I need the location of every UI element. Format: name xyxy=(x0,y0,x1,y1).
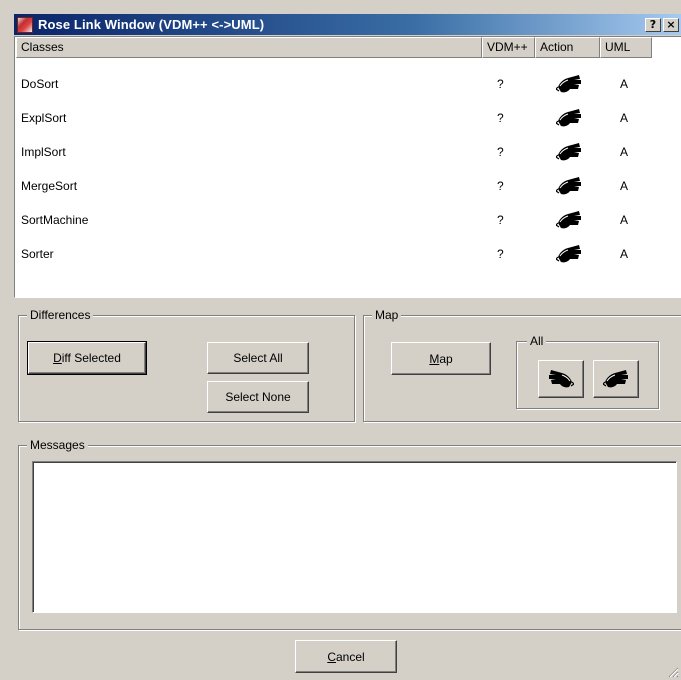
hand-pointing-right-icon xyxy=(548,369,574,389)
map-label: Map xyxy=(372,308,402,322)
messages-textarea[interactable] xyxy=(32,461,677,613)
classes-list[interactable]: Classes VDM++ Action UML DoSort ? A Expl… xyxy=(14,36,681,298)
uml-status: A xyxy=(620,111,629,125)
header-action[interactable]: Action xyxy=(535,37,600,58)
window-title: Rose Link Window (VDM++ <->UML) xyxy=(38,17,265,32)
title-bar[interactable]: Rose Link Window (VDM++ <->UML) ? × xyxy=(14,14,681,35)
class-name: SortMachine xyxy=(21,213,89,227)
vdm-status: ? xyxy=(497,179,504,193)
class-name: Sorter xyxy=(21,247,54,261)
select-none-button[interactable]: Select None xyxy=(207,381,309,413)
vdm-status: ? xyxy=(497,77,504,91)
header-uml[interactable]: UML xyxy=(600,37,652,58)
header-classes[interactable]: Classes xyxy=(16,37,482,58)
uml-status: A xyxy=(620,145,629,159)
table-row[interactable]: ExplSort ? A xyxy=(16,108,681,128)
cancel-button[interactable]: Cancel xyxy=(295,640,397,673)
uml-status: A xyxy=(620,247,629,261)
table-row[interactable]: SortMachine ? A xyxy=(16,210,681,230)
differences-label: Differences xyxy=(27,308,94,322)
messages-label: Messages xyxy=(27,438,88,452)
uml-status: A xyxy=(620,179,629,193)
vdm-status: ? xyxy=(497,213,504,227)
table-row[interactable]: Sorter ? A xyxy=(16,244,681,264)
rose-app-icon xyxy=(17,16,33,33)
map-all-left-button[interactable] xyxy=(593,360,639,398)
uml-status: A xyxy=(620,213,629,227)
table-row[interactable]: MergeSort ? A xyxy=(16,176,681,196)
select-all-button[interactable]: Select All xyxy=(207,342,309,374)
vdm-status: ? xyxy=(497,111,504,125)
vdm-status: ? xyxy=(497,247,504,261)
list-header: Classes VDM++ Action UML xyxy=(16,37,681,58)
map-button[interactable]: Map xyxy=(391,342,491,375)
diff-selected-button[interactable]: Diff Selected xyxy=(27,341,147,375)
map-all-right-button[interactable] xyxy=(538,360,584,398)
help-button[interactable]: ? xyxy=(645,17,661,32)
table-row[interactable]: DoSort ? A xyxy=(16,74,681,94)
uml-status: A xyxy=(620,77,629,91)
hand-pointing-left-icon[interactable] xyxy=(556,74,582,94)
close-button[interactable]: × xyxy=(663,17,679,32)
hand-pointing-left-icon[interactable] xyxy=(556,176,582,196)
hand-pointing-left-icon[interactable] xyxy=(556,244,582,264)
hand-pointing-left-icon[interactable] xyxy=(556,108,582,128)
class-name: ImplSort xyxy=(21,145,66,159)
hand-pointing-left-icon[interactable] xyxy=(556,142,582,162)
hand-pointing-left-icon[interactable] xyxy=(556,210,582,230)
header-vdm[interactable]: VDM++ xyxy=(482,37,535,58)
class-name: MergeSort xyxy=(21,179,78,193)
all-label: All xyxy=(527,334,547,348)
hand-pointing-left-icon xyxy=(603,369,629,389)
class-name: ExplSort xyxy=(21,111,67,125)
class-name: DoSort xyxy=(21,77,59,91)
resize-grip-icon[interactable] xyxy=(667,666,679,678)
vdm-status: ? xyxy=(497,145,504,159)
table-row[interactable]: ImplSort ? A xyxy=(16,142,681,162)
